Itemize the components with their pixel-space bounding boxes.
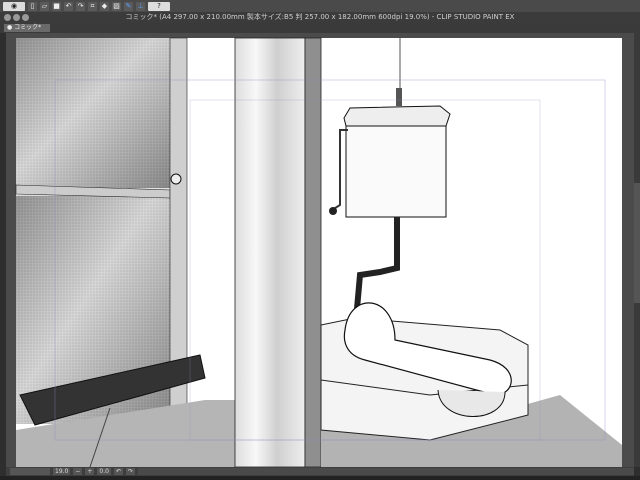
zoom-in-icon[interactable]: + (85, 468, 95, 475)
main-toolbar: ◉ ▯ ▱ ■ ↶ ↷ ⌗ ◆ ▨ ✎ ⊥ ? (0, 0, 640, 12)
pen-icon[interactable]: ✎ (124, 1, 133, 11)
redo-icon[interactable]: ↷ (76, 1, 85, 11)
clear-icon[interactable]: ▨ (112, 1, 121, 11)
door-handle (170, 173, 182, 185)
zoom-slider[interactable] (10, 468, 50, 475)
ruler-icon[interactable]: ⊥ (136, 1, 145, 11)
pillar-side (304, 37, 322, 467)
transform-icon[interactable]: ⌗ (88, 1, 97, 11)
angle-value[interactable]: 0.0 (97, 468, 111, 475)
help-button[interactable]: ? (148, 1, 170, 11)
horizontal-scrollbar[interactable] (138, 468, 634, 475)
minimize-icon[interactable] (13, 14, 20, 21)
save-icon[interactable]: ■ (52, 1, 61, 11)
eye-icon[interactable]: ◉ (3, 1, 25, 11)
bottom-edge (0, 476, 640, 480)
vertical-scrollbar[interactable] (634, 33, 640, 467)
tab-label: コミック* (14, 24, 42, 31)
fill-icon[interactable]: ◆ (100, 1, 109, 11)
pillar (234, 37, 306, 467)
maximize-icon[interactable] (22, 14, 29, 21)
toilet-tank (345, 124, 447, 218)
open-icon[interactable]: ▱ (40, 1, 49, 11)
status-bar: 19.0 − + 0.0 ↶ ↷ (6, 467, 634, 476)
undo-icon[interactable]: ↶ (64, 1, 73, 11)
canvas-area[interactable] (6, 33, 634, 467)
zoom-out-icon[interactable]: − (73, 468, 83, 475)
window-title: コミック* (A4 297.00 x 210.00mm 製本サイズ:B5 判 2… (125, 13, 515, 21)
window-title-bar: コミック* (A4 297.00 x 210.00mm 製本サイズ:B5 判 2… (0, 12, 640, 23)
new-icon[interactable]: ▯ (28, 1, 37, 11)
tab-comic[interactable]: ● コミック* (4, 24, 50, 32)
rotate-right-icon[interactable]: ↷ (126, 468, 136, 475)
rotate-left-icon[interactable]: ↶ (113, 468, 123, 475)
tab-bar: ● コミック* (0, 23, 640, 33)
artwork (15, 37, 622, 467)
close-icon[interactable] (4, 14, 11, 21)
zoom-value[interactable]: 19.0 (53, 468, 71, 475)
